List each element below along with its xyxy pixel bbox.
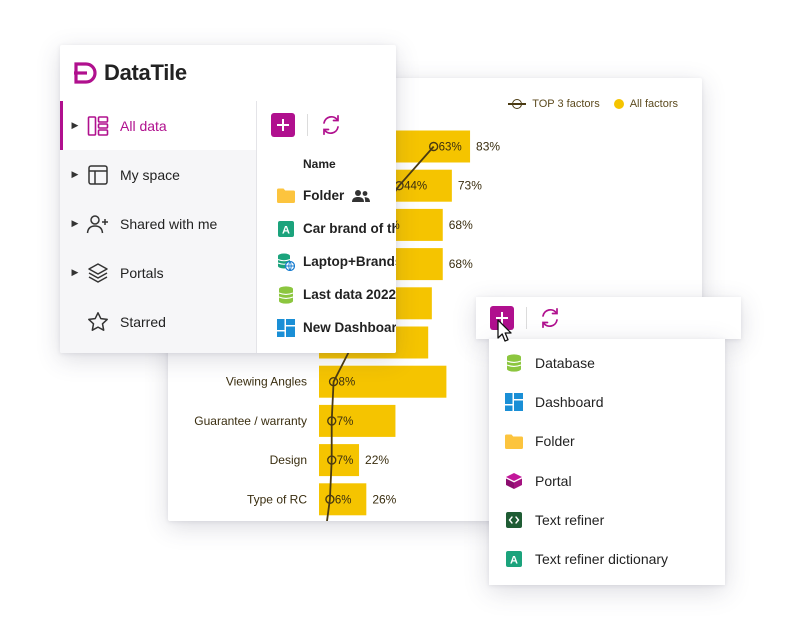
menu-item-folder[interactable]: Folder [489,422,725,461]
plus-icon [277,119,289,131]
folder-icon [277,187,295,205]
line-value-label: 7% [337,416,354,428]
file-row-new-dashboard[interactable]: New Dashboard [257,311,396,344]
user-add-icon [86,212,110,236]
dashboard-icon [505,392,523,411]
file-name: New Dashboard [303,320,396,335]
file-pane: Name Folder A Car brand of th Laptop+Bra… [257,101,396,353]
svg-text:A: A [510,554,518,566]
sidebar-item-label: All data [120,117,167,134]
category-label: Viewing Angles [226,375,307,389]
caret-right-icon[interactable]: ▶ [68,218,82,229]
menu-item-label: Text refiner [535,511,605,528]
menu-toolbar [476,297,741,339]
menu-item-label: Portal [535,472,572,489]
line-value-label: 6% [335,494,352,506]
toolbar-divider [307,114,308,136]
shared-users-icon [352,189,371,202]
sidebar: ▶ All data ▶ My space ▶ Shared with me ▶ [60,101,257,353]
menu-item-text-refiner[interactable]: Text refiner [489,500,725,539]
dashboard-layout-icon [86,114,110,138]
bar [319,404,396,437]
line-value-label: 63% [439,142,462,154]
text-refiner-dictionary-icon: A [505,550,523,568]
sidebar-item-all-data[interactable]: ▶ All data [60,101,256,150]
sidebar-item-portals[interactable]: ▶ Portals [60,248,256,297]
file-row-last-data[interactable]: Last data 2022 [257,278,396,311]
menu-item-label: Database [535,354,595,371]
svg-text:A: A [282,224,290,236]
line-value-label: 44% [404,181,427,193]
explorer-window: DataTile ▶ All data ▶ My space ▶ Shared … [60,45,396,353]
portal-icon [505,472,523,490]
menu-item-database[interactable]: Database [489,343,725,382]
code-icon [505,511,523,529]
bar-value-label: 83% [476,140,500,154]
refresh-icon[interactable] [539,307,561,329]
database-icon [277,285,295,304]
menu-item-text-refiner-dictionary[interactable]: A Text refiner dictionary [489,539,725,578]
sidebar-item-label: Portals [120,264,164,281]
line-value-label: 7% [337,455,354,467]
category-label: Guarantee / warranty [194,414,307,428]
file-toolbar [257,101,396,149]
folder-icon [505,432,523,450]
mouse-pointer-icon [497,319,512,342]
text-refiner-dictionary-icon: A [277,220,295,238]
bar-value-label: 68% [449,257,473,271]
sidebar-item-label: My space [120,166,180,183]
sidebar-item-shared-with-me[interactable]: ▶ Shared with me [60,199,256,248]
file-row-folder[interactable]: Folder [257,179,396,212]
sidebar-item-my-space[interactable]: ▶ My space [60,150,256,199]
caret-right-icon[interactable]: ▶ [68,120,82,131]
line-value-label: 8% [339,377,356,389]
add-button[interactable] [271,113,295,137]
file-row-car-brand[interactable]: A Car brand of th [257,212,396,245]
menu-item-portal[interactable]: Portal [489,461,725,500]
file-name: Last data 2022 [303,287,396,302]
caret-right-icon[interactable]: ▶ [68,267,82,278]
database-icon [505,354,523,372]
category-label: Type of RC [247,492,307,506]
datatile-logo-icon [74,62,97,84]
bar-value-label: 26% [372,492,396,506]
sidebar-item-starred[interactable]: Starred [60,297,256,346]
create-menu-list: Database Dashboard Folder Portal Text re… [489,339,725,585]
sidebar-item-label: Shared with me [120,215,218,232]
refresh-icon[interactable] [320,114,342,136]
menu-item-label: Dashboard [535,393,604,410]
bar-value-label: 22% [365,453,389,467]
brand-name: DataTile [104,60,187,85]
menu-item-dashboard[interactable]: Dashboard [489,382,725,421]
category-label: Design [270,453,307,467]
database-globe-icon [277,253,295,271]
star-icon [86,310,110,334]
toolbar-divider [526,307,527,329]
create-menu: Database Dashboard Folder Portal Text re… [476,297,741,585]
menu-item-label: Text refiner dictionary [535,551,669,568]
file-row-laptop-brands[interactable]: Laptop+Brands [257,245,396,278]
menu-item-label: Folder [535,433,575,450]
column-header-name[interactable]: Name [257,149,396,179]
file-name: Laptop+Brands [303,254,396,269]
bar-value-label: 68% [449,218,473,232]
dashboard-icon [277,318,295,337]
file-name: Folder [303,188,345,203]
file-name: Car brand of th [303,221,396,236]
layers-icon [86,261,110,285]
panel-icon [86,163,110,187]
sidebar-item-label: Starred [120,313,166,330]
brand-header: DataTile [60,45,396,102]
bar-value-label: 73% [458,179,482,193]
caret-right-icon[interactable]: ▶ [68,169,82,180]
